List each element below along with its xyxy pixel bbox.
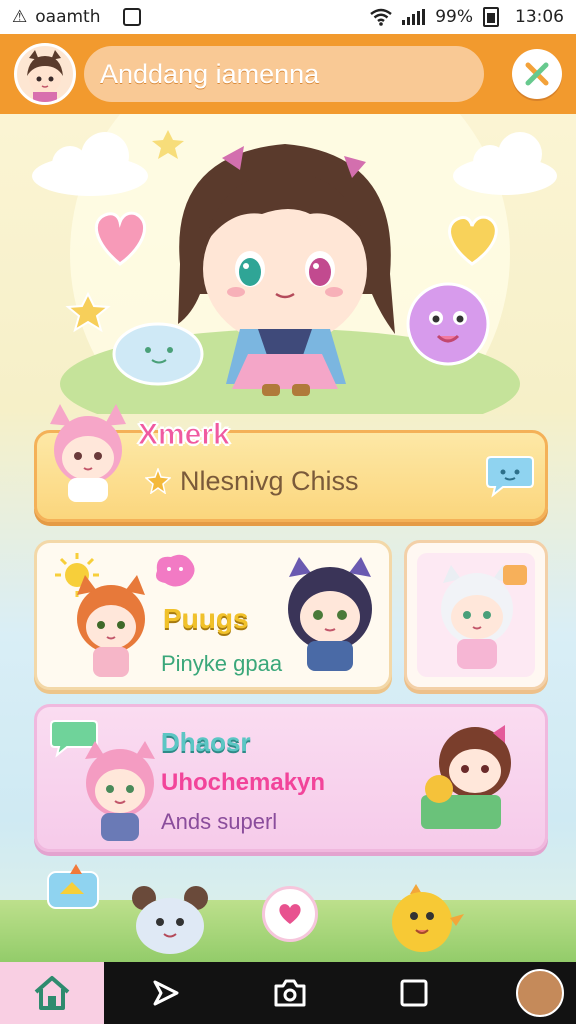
- favorite-button[interactable]: [262, 886, 318, 942]
- purple-creature: [406, 282, 490, 366]
- small-card-icon: [47, 864, 99, 909]
- nav-camera[interactable]: [228, 962, 352, 1024]
- heart-icon: [279, 904, 301, 924]
- pink-card-line2: Ands superl: [161, 809, 278, 834]
- hero-scene: [32, 34, 557, 474]
- nav-home[interactable]: [0, 962, 104, 1024]
- blue-blob-creature: [112, 322, 204, 386]
- fox-girl-avatar: [77, 575, 145, 677]
- nav-profile-avatar[interactable]: [516, 969, 564, 1017]
- battery-percent: 99%: [435, 7, 473, 27]
- feature-card-subtitle: Nlesnivg Chiss: [180, 466, 359, 496]
- send-icon: [153, 980, 179, 1006]
- pink-card-title: Dhaosr: [161, 727, 251, 757]
- feature-card-title: Xmerk: [138, 418, 231, 452]
- square-icon: [400, 979, 428, 1007]
- pink-blob-icon: [156, 554, 195, 587]
- x-icon: [525, 62, 549, 86]
- pink-hair-character: [85, 741, 155, 841]
- signal-icon: [402, 9, 426, 25]
- mid-card-title: Puugs: [163, 603, 249, 634]
- yellow-chick-creature: [392, 884, 464, 952]
- battery-icon: [483, 7, 499, 27]
- mid-card-subtitle: Pinyke gpaa: [161, 651, 283, 676]
- nav-send[interactable]: [104, 962, 228, 1024]
- small-card[interactable]: [404, 540, 548, 690]
- chat-bubble-icon: [486, 456, 534, 498]
- notification-icon: [122, 8, 141, 26]
- bottom-nav: [0, 962, 576, 1024]
- dark-hair-character: [288, 557, 372, 671]
- nav-square[interactable]: [352, 962, 476, 1024]
- app-bar: Anddang iamenna: [0, 34, 576, 114]
- camera-icon: [274, 979, 306, 1007]
- raccoon-creature: [132, 886, 208, 954]
- pink-card-line1: Uhochemakyn: [161, 769, 326, 796]
- clock: 13:06: [515, 7, 564, 27]
- alert-icon: ⚠: [12, 7, 28, 27]
- hero-illustration: [0, 34, 576, 474]
- home-icon: [34, 976, 70, 1010]
- star-icon: [145, 468, 171, 494]
- status-bar: ⚠ oaamth 99% 13:06: [0, 0, 576, 34]
- brown-hair-character: [421, 725, 511, 829]
- close-button[interactable]: [512, 49, 562, 99]
- mid-card[interactable]: Puugs Pinyke gpaa: [34, 540, 392, 690]
- wifi-icon: [370, 8, 392, 26]
- carrier-label: oaamth: [35, 7, 101, 27]
- search-text: Anddang iamenna: [100, 58, 320, 89]
- white-hair-character: [417, 553, 535, 677]
- profile-avatar[interactable]: [14, 43, 76, 105]
- search-bar[interactable]: Anddang iamenna: [84, 46, 484, 102]
- cat-girl-avatar: [50, 404, 126, 502]
- pink-card[interactable]: Dhaosr Uhochemakyn Ands superl: [34, 704, 548, 852]
